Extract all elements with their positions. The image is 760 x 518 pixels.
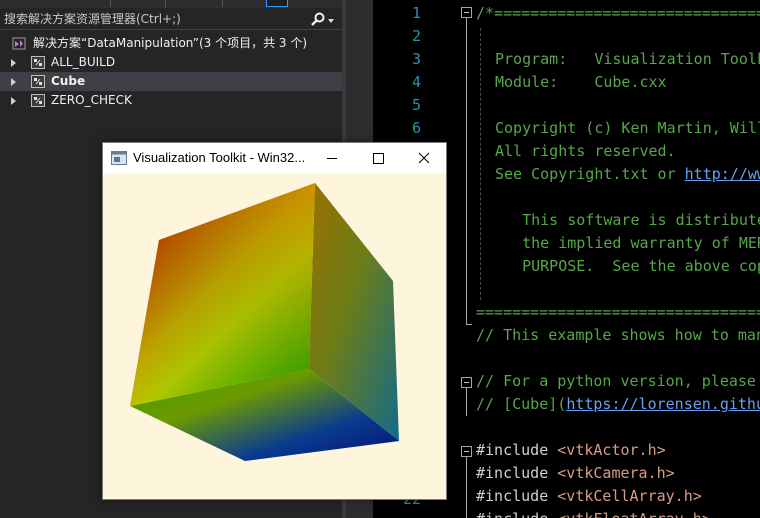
code-line: /*======================================… (476, 4, 760, 22)
project-label: ZERO_CHECK (51, 93, 132, 107)
code-line: This software is distributed WITHOUT ANY… (522, 211, 760, 229)
code-string: <vtkActor.h> (557, 441, 666, 459)
render-canvas[interactable] (103, 173, 446, 499)
code-string: <vtkFloatArray.h> (557, 510, 711, 518)
code-line: the implied warranty of MERCHANTABILITY … (522, 234, 760, 252)
fold-guide-end (466, 324, 472, 325)
toolbar-button[interactable] (165, 0, 193, 7)
code-hyperlink[interactable]: https://lorensen.github.io/VTKExamples/s… (566, 395, 760, 413)
close-button[interactable] (401, 143, 447, 173)
indent-guide (480, 28, 481, 300)
line-number: 4 (411, 73, 421, 91)
code-keyword: #include (476, 510, 557, 518)
line-number: 3 (411, 50, 421, 68)
code-line: Module: Cube.cxx (495, 73, 667, 91)
toolbar-button-active[interactable] (266, 0, 288, 7)
code-line: Copyright (c) Ken Martin, Will Schroeder… (495, 119, 760, 137)
code-keyword: #include (476, 487, 558, 505)
window-title: Visualization Toolkit - Win32... (133, 150, 306, 165)
window-titlebar[interactable]: Visualization Toolkit - Win32... (103, 143, 446, 173)
cmake-project-icon (31, 94, 45, 107)
code-line: Program: Visualization Toolkit (495, 50, 760, 68)
toolbar-button[interactable] (222, 0, 248, 7)
code-line: PURPOSE. See the above copyright notice … (522, 257, 760, 275)
search-box (0, 8, 342, 30)
project-label: ALL_BUILD (51, 55, 116, 69)
fold-guide (466, 18, 467, 324)
code-line: All rights reserved. (495, 142, 676, 160)
solution-label: 解决方案“DataManipulation”(3 个项目，共 3 个) (33, 36, 308, 50)
fold-toggle-icon[interactable] (461, 446, 472, 457)
app-window-icon (111, 151, 127, 165)
minimize-icon (327, 158, 337, 159)
code-text: // [Cube]( (476, 395, 567, 413)
code-line: See Copyright.txt or http://www.kitware.… (495, 165, 760, 183)
cube-render (130, 183, 399, 461)
explorer-toolbar (0, 0, 342, 8)
project-node-cube[interactable]: Cube (0, 72, 342, 91)
project-node-zero-check[interactable]: ZERO_CHECK (0, 91, 342, 110)
vtk-render-window[interactable]: Visualization Toolkit - Win32... (102, 142, 447, 500)
maximize-button[interactable] (355, 143, 401, 173)
code-line: // [Cube](https://lorensen.github.io/VTK… (476, 395, 760, 413)
line-number: 5 (411, 96, 421, 114)
code-line: #include <vtkCellArray.h> (476, 487, 702, 505)
code-line: #include <vtkCamera.h> (476, 464, 675, 482)
expand-arrow-icon[interactable] (11, 59, 16, 67)
chevron-down-icon[interactable] (328, 19, 334, 23)
project-label: Cube (51, 74, 86, 88)
code-line: #include <vtkActor.h> (476, 441, 666, 459)
search-input[interactable] (4, 11, 304, 27)
toolbar-button[interactable] (110, 0, 138, 7)
search-icon[interactable] (310, 11, 326, 27)
code-line: ========================================… (476, 303, 760, 321)
line-number: 2 (411, 27, 421, 45)
cube-face-front-shade (130, 183, 315, 406)
line-number: 6 (411, 119, 421, 137)
expand-arrow-icon[interactable] (11, 97, 16, 105)
code-string: <vtkCamera.h> (557, 464, 675, 482)
code-line: // For a python version, please see: (476, 372, 756, 390)
fold-guide (466, 388, 467, 416)
code-keyword: #include (476, 441, 558, 459)
maximize-icon (373, 153, 384, 164)
close-icon (418, 152, 430, 164)
code-keyword: #include (476, 464, 558, 482)
code-line: // This example shows how to manually cr… (476, 326, 760, 344)
expand-arrow-icon[interactable] (11, 78, 16, 86)
fold-toggle-icon[interactable] (461, 7, 472, 18)
fold-guide (466, 457, 467, 518)
code-hyperlink[interactable]: http://www.kitware.com/Copyright.htm (685, 165, 760, 183)
cmake-project-icon (31, 56, 45, 69)
code-string: <vtkCellArray.h> (557, 487, 702, 505)
solution-node[interactable]: 解决方案“DataManipulation”(3 个项目，共 3 个) (0, 34, 342, 53)
code-text: See Copyright.txt or (495, 165, 685, 183)
fold-toggle-icon[interactable] (461, 377, 472, 388)
line-number: 1 (411, 4, 421, 22)
code-line: #include <vtkFloatArray.h> (476, 510, 711, 518)
project-node-all-build[interactable]: ALL_BUILD (0, 53, 342, 72)
solution-icon (12, 37, 26, 50)
minimize-button[interactable] (309, 143, 355, 173)
cmake-project-icon (31, 75, 45, 88)
